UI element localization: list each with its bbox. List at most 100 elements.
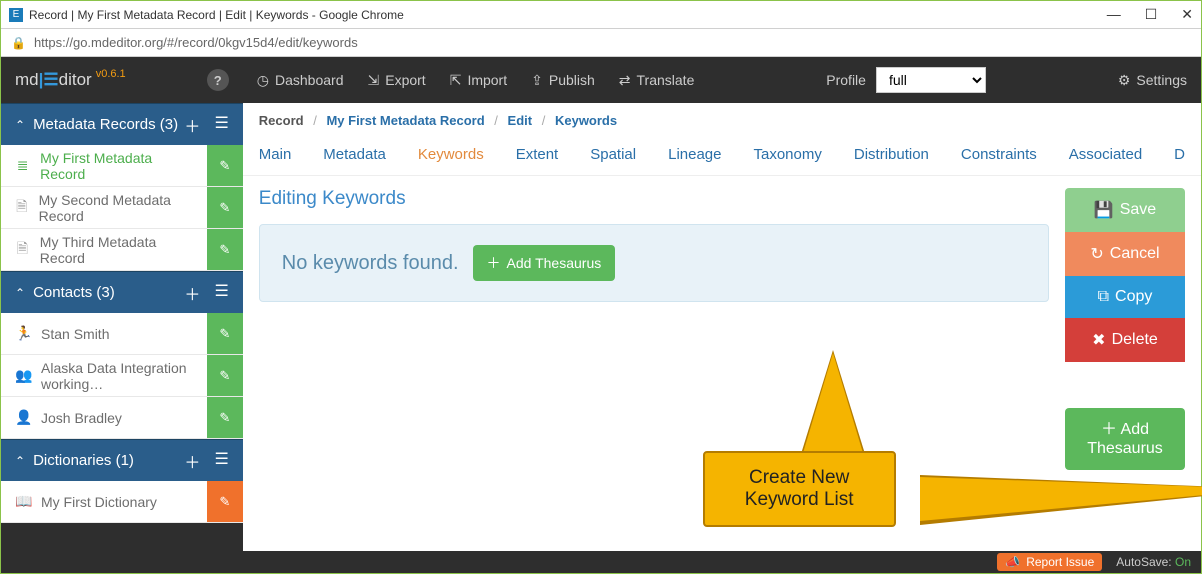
callout-tail xyxy=(920,477,1202,521)
sidebar-section-contacts[interactable]: ⌃ Contacts (3) ＋ ☰ xyxy=(1,271,243,313)
bullhorn-icon: 📣 xyxy=(1005,555,1020,569)
subnav-extent[interactable]: Extent xyxy=(516,146,559,163)
sidebar-item-contact[interactable]: 🏃Stan Smith ✎ xyxy=(1,313,243,355)
chevron-down-icon: ⌃ xyxy=(15,286,25,300)
chevron-down-icon: ⌃ xyxy=(15,454,25,468)
signin-icon: ⇱ xyxy=(450,72,462,89)
subnav-lineage[interactable]: Lineage xyxy=(668,146,721,163)
cancel-button[interactable]: ↻Cancel xyxy=(1065,232,1185,276)
list-icon[interactable]: ☰ xyxy=(214,449,228,473)
save-button[interactable]: 💾Save xyxy=(1065,188,1185,232)
database-icon: ≣ xyxy=(15,157,30,174)
person-icon: 👤 xyxy=(15,409,31,426)
chevron-down-icon: ⌃ xyxy=(15,118,25,132)
breadcrumb-item[interactable]: Record xyxy=(259,113,304,128)
edit-icon[interactable]: ✎ xyxy=(207,355,243,396)
autosave-status: AutoSave: On xyxy=(1116,555,1191,569)
callout-line2: Keyword List xyxy=(745,489,854,511)
nav-import[interactable]: ⇱Import xyxy=(450,72,507,89)
transfer-icon: ⇄ xyxy=(619,72,631,89)
gear-icon: ⚙ xyxy=(1118,72,1131,89)
list-icon[interactable]: ☰ xyxy=(214,113,228,137)
breadcrumb-item[interactable]: Edit xyxy=(508,113,533,128)
sidebar-item-dictionary[interactable]: 📖My First Dictionary ✎ xyxy=(1,481,243,523)
subnav-more[interactable]: D xyxy=(1174,146,1185,163)
status-bar: 📣 Report Issue AutoSave: On xyxy=(1,551,1201,573)
empty-keywords-alert: No keywords found. ＋ Add Thesaurus xyxy=(259,224,1049,302)
edit-icon[interactable]: ✎ xyxy=(207,313,243,354)
plus-icon[interactable]: ＋ xyxy=(184,281,200,305)
sidebar-section-dictionaries[interactable]: ⌃ Dictionaries (1) ＋ ☰ xyxy=(1,439,243,481)
plus-icon[interactable]: ＋ xyxy=(184,113,200,137)
subnav-taxonomy[interactable]: Taxonomy xyxy=(754,146,822,163)
save-icon: 💾 xyxy=(1094,200,1114,220)
subnav-main[interactable]: Main xyxy=(259,146,292,163)
subnav-constraints[interactable]: Constraints xyxy=(961,146,1037,163)
profile-label: Profile xyxy=(826,72,866,88)
edit-icon[interactable]: ✎ xyxy=(207,187,243,228)
delete-button[interactable]: ✖Delete xyxy=(1065,318,1185,362)
empty-message: No keywords found. xyxy=(282,252,459,275)
nav-publish[interactable]: ⇪Publish xyxy=(531,72,595,89)
window-titlebar: E Record | My First Metadata Record | Ed… xyxy=(1,1,1201,29)
breadcrumb-item[interactable]: My First Metadata Record xyxy=(326,113,484,128)
sidebar-section-records[interactable]: ⌃ Metadata Records (3) ＋ ☰ xyxy=(1,103,243,145)
profile-select[interactable]: full xyxy=(876,67,986,93)
plus-icon[interactable]: ＋ xyxy=(184,449,200,473)
subnav-keywords[interactable]: Keywords xyxy=(418,146,484,163)
copy-button[interactable]: ⧉Copy xyxy=(1065,276,1185,318)
window-close-icon[interactable]: ✕ xyxy=(1181,6,1193,23)
sidebar: md|☰ditor v0.6.1 ? ⌃ Metadata Records (3… xyxy=(1,57,243,551)
subnav-associated[interactable]: Associated xyxy=(1069,146,1142,163)
add-thesaurus-button[interactable]: ＋ Add Thesaurus xyxy=(473,245,616,281)
help-icon[interactable]: ? xyxy=(207,69,229,91)
report-issue-button[interactable]: 📣 Report Issue xyxy=(997,553,1102,571)
list-icon[interactable]: ☰ xyxy=(214,281,228,305)
gauge-icon: ◷ xyxy=(257,72,269,89)
breadcrumb: Record / My First Metadata Record / Edit… xyxy=(243,103,1201,138)
app-favicon: E xyxy=(9,8,23,22)
section-title: Metadata Records (3) xyxy=(33,116,178,133)
edit-icon[interactable]: ✎ xyxy=(207,229,243,270)
edit-icon[interactable]: ✎ xyxy=(207,397,243,438)
window-maximize-icon[interactable]: ☐ xyxy=(1145,6,1158,23)
sidebar-item-contact[interactable]: 👥Alaska Data Integration working… ✎ xyxy=(1,355,243,397)
logo-e-icon: |☰ xyxy=(39,70,59,89)
browser-addressbar: 🔒 https://go.mdeditor.org/#/record/0kgv1… xyxy=(1,29,1201,57)
edit-icon[interactable]: ✎ xyxy=(207,481,243,522)
url-text[interactable]: https://go.mdeditor.org/#/record/0kgv15d… xyxy=(34,35,358,50)
sidebar-item-record[interactable]: ≣My First Metadata Record ✎ xyxy=(1,145,243,187)
breadcrumb-item[interactable]: Keywords xyxy=(555,113,617,128)
window-title: Record | My First Metadata Record | Edit… xyxy=(29,8,404,22)
subnav-spatial[interactable]: Spatial xyxy=(590,146,636,163)
tutorial-callout: Create New Keyword List xyxy=(703,451,896,527)
sidebar-item-record[interactable]: 🗎My Second Metadata Record ✎ xyxy=(1,187,243,229)
sub-nav: Main Metadata Keywords Extent Spatial Li… xyxy=(243,138,1201,176)
plus-icon: ＋ xyxy=(1101,421,1117,438)
subnav-metadata[interactable]: Metadata xyxy=(323,146,386,163)
callout-arrow xyxy=(803,353,863,453)
lock-icon: 🔒 xyxy=(11,36,26,50)
nav-dashboard[interactable]: ◷Dashboard xyxy=(257,72,344,89)
copy-icon: ⧉ xyxy=(1098,288,1109,306)
profile-selector: Profile full xyxy=(826,67,986,93)
window-minimize-icon[interactable]: — xyxy=(1107,6,1121,23)
file-icon: 🗎 xyxy=(15,238,30,262)
app-logo[interactable]: md|☰ditor xyxy=(15,70,92,90)
nav-settings[interactable]: ⚙Settings xyxy=(1118,72,1187,89)
sidebar-item-contact[interactable]: 👤Josh Bradley ✎ xyxy=(1,397,243,439)
add-thesaurus-big-button[interactable]: ＋ Add Thesaurus xyxy=(1065,408,1185,470)
subnav-distribution[interactable]: Distribution xyxy=(854,146,929,163)
edit-icon[interactable]: ✎ xyxy=(207,145,243,186)
nav-export[interactable]: ⇲Export xyxy=(368,72,426,89)
brand-bar: md|☰ditor v0.6.1 ? xyxy=(1,57,243,103)
times-icon: ✖ xyxy=(1092,330,1105,350)
book-icon: 📖 xyxy=(15,493,31,510)
record-actions: 💾Save ↻Cancel ⧉Copy ✖Delete ＋ Add Thesau… xyxy=(1065,188,1185,470)
nav-translate[interactable]: ⇄Translate xyxy=(619,72,695,89)
callout-line1: Create New xyxy=(745,467,854,489)
undo-icon: ↻ xyxy=(1090,244,1103,264)
person-run-icon: 🏃 xyxy=(15,325,31,342)
sidebar-item-record[interactable]: 🗎My Third Metadata Record ✎ xyxy=(1,229,243,271)
page-title: Editing Keywords xyxy=(259,188,1049,210)
